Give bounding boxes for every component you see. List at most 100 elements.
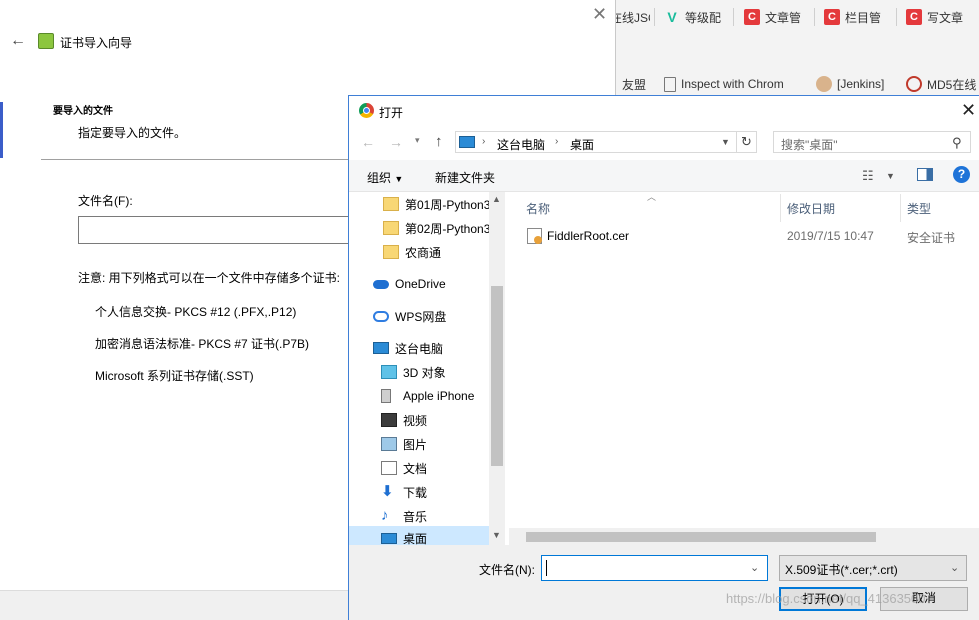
nav-item-pictures[interactable]: 图片 — [349, 432, 489, 456]
documents-icon — [381, 461, 397, 475]
preview-pane-icon[interactable] — [917, 168, 933, 181]
nav-item-documents[interactable]: 文档 — [349, 456, 489, 480]
format-p7b: 加密消息语法标准- PKCS #7 证书(.P7B) — [95, 337, 310, 351]
forward-icon[interactable]: → — [389, 135, 403, 149]
bookmark-label: 等级配 — [685, 10, 722, 25]
nav-item-3d-objects[interactable]: 3D 对象 — [349, 360, 489, 384]
nav-item-videos[interactable]: 视频 — [349, 408, 489, 432]
dialog-footer: 文件名(N): ⌄ X.509证书(*.cer;*.crt) ⌄ 打开(O) 取… — [349, 545, 979, 620]
filetype-value: X.509证书(*.cer;*.crt) — [785, 563, 898, 577]
chevron-down-icon[interactable]: ⌄ — [750, 561, 759, 574]
nav-item-apple-iphone[interactable]: Apple iPhone — [349, 384, 489, 408]
column-header-type[interactable]: 类型 — [907, 200, 931, 217]
horizontal-scroll-thumb[interactable] — [526, 532, 876, 542]
nav-item-week02[interactable]: 第02周-Python3 — [349, 216, 489, 240]
navigation-pane: 第01周-Python3 第02周-Python3 农商通 OneDrive W… — [349, 192, 505, 545]
bookmark-article-manage[interactable]: C 文章管 — [744, 5, 812, 29]
bookmark-umeng[interactable]: 友盟 — [622, 72, 658, 96]
open-file-dialog: 打开 ✕ ← → ▾ ↑ › 这台电脑 › 桌面 ▼ ↻ 搜索"桌面" ⚲ 组织… — [348, 95, 979, 620]
bookmark-json[interactable]: 在线JSON — [610, 5, 650, 29]
chevron-up-icon[interactable]: ▲ — [492, 194, 501, 204]
nav-item-downloads[interactable]: ⬇ 下载 — [349, 480, 489, 504]
up-folder-icon[interactable]: ↑ — [435, 134, 443, 149]
nav-item-label: 第01周-Python3 — [405, 197, 489, 212]
filetype-select[interactable]: X.509证书(*.cer;*.crt) ⌄ — [779, 555, 967, 581]
filename-label: 文件名(F): — [78, 194, 133, 208]
format-pfx: 个人信息交换- PKCS #12 (.PFX,.P12) — [95, 305, 297, 319]
formats-note: 注意: 用下列格式可以在一个文件中存储多个证书: — [78, 271, 341, 285]
nav-item-label: Apple iPhone — [403, 389, 475, 403]
bookmark-md5[interactable]: MD5在线 — [906, 72, 979, 96]
view-options-icon[interactable]: ☷ — [862, 168, 874, 184]
bookmark-label: 写文章 — [927, 10, 964, 25]
nav-item-week01[interactable]: 第01周-Python3 — [349, 192, 489, 216]
bookmark-label: 栏目管 — [845, 10, 882, 25]
nav-item-label: 3D 对象 — [403, 365, 446, 380]
filename-input[interactable]: ⌄ — [541, 555, 768, 581]
format-sst: Microsoft 系列证书存储(.SST) — [95, 369, 254, 383]
onedrive-icon — [373, 279, 389, 289]
dialog-title: 打开 — [379, 106, 404, 120]
organize-label: 组织 — [367, 171, 392, 185]
folder-icon — [383, 245, 399, 259]
back-icon[interactable]: ← — [361, 135, 375, 149]
csdn-icon: C — [744, 9, 760, 25]
dialog-close-icon[interactable]: ✕ — [961, 100, 976, 121]
wizard-filename-input[interactable] — [78, 216, 368, 244]
wps-cloud-icon — [373, 310, 389, 322]
3d-objects-icon — [381, 365, 397, 379]
bookmark-label: 在线JSON — [610, 10, 650, 25]
nav-item-desktop[interactable]: 桌面 — [349, 526, 489, 545]
bookmark-label: MD5在线 — [927, 77, 977, 92]
back-arrow-icon[interactable]: ← — [10, 32, 26, 50]
bookmark-label: 友盟 — [622, 77, 647, 92]
nav-item-wps-cloud[interactable]: WPS网盘 — [349, 304, 489, 328]
video-icon — [381, 413, 397, 427]
nav-item-label: 这台电脑 — [395, 341, 444, 356]
csdn-icon: C — [824, 9, 840, 25]
file-row[interactable]: FiddlerRoot.cer 2019/7/15 10:47 安全证书 — [509, 224, 979, 248]
new-folder-button[interactable]: 新建文件夹 — [435, 169, 495, 186]
nav-item-label: 视频 — [403, 413, 428, 428]
help-icon[interactable]: ? — [953, 166, 970, 183]
pictures-icon — [381, 437, 397, 451]
certificate-wizard-icon — [38, 33, 54, 49]
column-header-name[interactable]: 名称 — [526, 200, 550, 217]
bookmark-write-article[interactable]: C 写文章 — [906, 5, 979, 29]
chevron-down-icon: ▼ — [394, 174, 404, 184]
organize-button[interactable]: 组织 ▼ — [367, 169, 403, 186]
navigation-scroll-thumb[interactable] — [491, 286, 503, 466]
nav-item-music[interactable]: ♪ 音乐 — [349, 504, 489, 528]
music-icon: ♪ — [381, 507, 389, 524]
bookmark-inspect[interactable]: Inspect with Chrom — [664, 72, 802, 96]
section-title: 要导入的文件 — [53, 106, 113, 117]
nav-item-onedrive[interactable]: OneDrive — [349, 272, 489, 296]
filename-label: 文件名(N): — [479, 563, 535, 577]
bookmark-jenkins[interactable]: [Jenkins] — [816, 72, 896, 96]
column-header-date[interactable]: 修改日期 — [787, 200, 835, 217]
breadcrumb-this-pc[interactable]: 这台电脑 — [497, 136, 545, 153]
wizard-close-icon[interactable]: ✕ — [592, 4, 607, 25]
md5-icon — [906, 76, 922, 92]
chevron-down-icon[interactable]: ▼ — [492, 530, 501, 540]
wizard-title: 证书导入向导 — [60, 36, 133, 50]
csdn-icon: C — [906, 9, 922, 25]
refresh-icon[interactable]: ↻ — [737, 131, 757, 153]
nav-item-this-pc[interactable]: 这台电脑 — [349, 336, 489, 360]
bookmark-column-manage[interactable]: C 栏目管 — [824, 5, 892, 29]
folder-icon — [383, 197, 399, 211]
nav-item-label: OneDrive — [395, 277, 446, 291]
recent-locations-icon[interactable]: ▾ — [415, 136, 420, 145]
nav-item-label: 第02周-Python3 — [405, 221, 489, 236]
address-row: ← → ▾ ↑ › 这台电脑 › 桌面 ▼ ↻ 搜索"桌面" ⚲ — [349, 126, 979, 160]
bookmark-vue[interactable]: V 等级配 — [664, 5, 726, 29]
watermark: https://blog.csdn.net/qq_41363500 — [726, 591, 926, 606]
chevron-down-icon[interactable]: ▼ — [886, 171, 895, 181]
iphone-icon — [381, 389, 391, 403]
address-bar[interactable]: › 这台电脑 › 桌面 ▼ — [455, 131, 737, 153]
dialog-toolbar: 组织 ▼ 新建文件夹 ☷ ▼ ? — [349, 160, 979, 192]
chevron-down-icon[interactable]: ▼ — [721, 137, 730, 147]
breadcrumb-desktop[interactable]: 桌面 — [570, 136, 594, 153]
nav-item-nongshangtong[interactable]: 农商通 — [349, 240, 489, 264]
search-box[interactable]: 搜索"桌面" ⚲ — [773, 131, 971, 153]
